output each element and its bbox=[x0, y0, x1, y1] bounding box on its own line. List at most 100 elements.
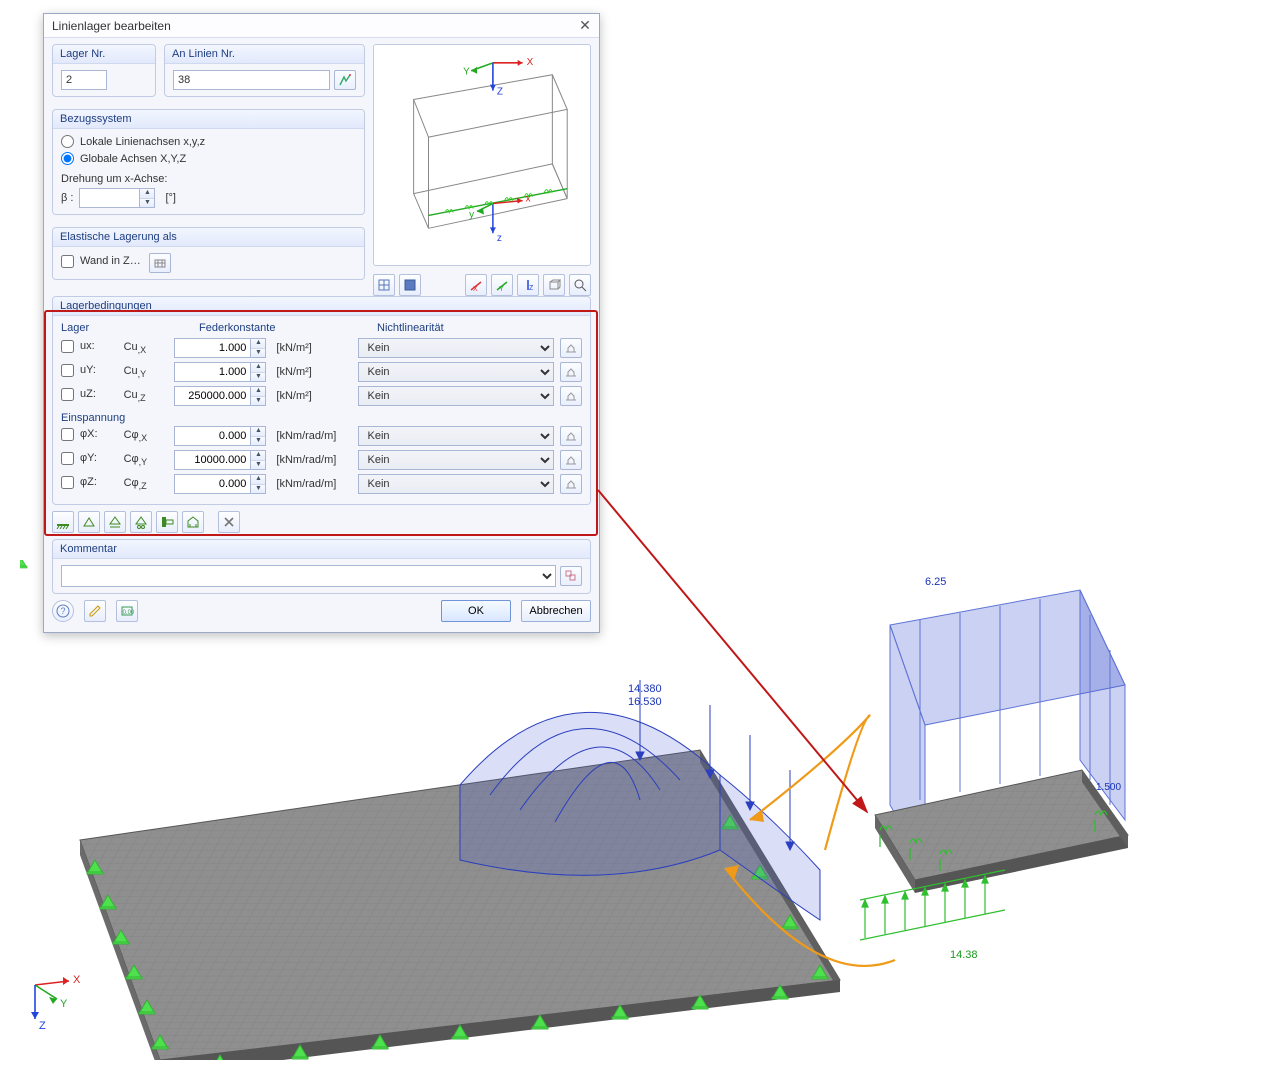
view-toggle-2-icon[interactable] bbox=[399, 274, 421, 296]
nonlin-edit-icon[interactable] bbox=[560, 474, 582, 494]
view-x-icon[interactable]: X bbox=[465, 274, 487, 296]
nonlin-edit-icon[interactable] bbox=[560, 450, 582, 470]
units-icon[interactable]: 0.00 bbox=[116, 600, 138, 622]
spring-value-t2[interactable]: ▲▼ bbox=[174, 386, 266, 406]
support-fixed-icon[interactable] bbox=[52, 511, 74, 533]
beta-stepper[interactable]: ▲▼ bbox=[79, 188, 155, 208]
chevron-down-icon[interactable]: ▼ bbox=[140, 199, 154, 208]
radio-global-axes[interactable]: Globale Achsen X,Y,Z bbox=[61, 152, 356, 165]
svg-text:z: z bbox=[497, 233, 502, 244]
svg-text:?: ? bbox=[61, 606, 66, 616]
support-check-t0[interactable]: ux: bbox=[61, 340, 118, 353]
nonlin-select-t2[interactable]: Kein bbox=[358, 386, 554, 406]
svg-text:Z: Z bbox=[497, 87, 503, 98]
spring-unit: [kN/m²] bbox=[276, 390, 352, 402]
chevron-up-icon[interactable]: ▲ bbox=[251, 451, 265, 461]
dialog-title: Linienlager bearbeiten bbox=[52, 19, 171, 33]
spring-value-r2[interactable]: ▲▼ bbox=[174, 474, 266, 494]
edit-icon[interactable] bbox=[84, 600, 106, 622]
view-iso-icon[interactable] bbox=[543, 274, 565, 296]
beta-input[interactable] bbox=[79, 188, 139, 208]
comment-title: Kommentar bbox=[53, 540, 590, 559]
support-row-t1: uY:Cu,Y▲▼[kN/m²]Kein bbox=[61, 362, 582, 382]
model-viewport: 14.380 16.530 6.25 1.500 bbox=[20, 560, 1250, 1060]
rotation-label: Drehung um x-Achse: bbox=[61, 173, 356, 185]
support-check-r0[interactable]: φX: bbox=[61, 428, 118, 441]
pick-lines-icon[interactable] bbox=[334, 70, 356, 90]
spring-value-r1[interactable]: ▲▼ bbox=[174, 450, 266, 470]
support-row-r2: φZ:Cφ,Z▲▼[kNm/rad/m]Kein bbox=[61, 474, 582, 494]
chevron-down-icon[interactable]: ▼ bbox=[251, 437, 265, 446]
col-head-spring: Federkonstante bbox=[199, 322, 291, 334]
support-check-r1[interactable]: φY: bbox=[61, 452, 118, 465]
reference-system-title: Bezugssystem bbox=[53, 110, 364, 129]
close-icon[interactable]: ✕ bbox=[575, 17, 595, 35]
svg-text:0.00: 0.00 bbox=[123, 610, 134, 616]
nonlin-select-r2[interactable]: Kein bbox=[358, 474, 554, 494]
svg-text:Y: Y bbox=[60, 998, 68, 1010]
spring-value-t0[interactable]: ▲▼ bbox=[174, 338, 266, 358]
nonlin-select-t1[interactable]: Kein bbox=[358, 362, 554, 382]
svg-text:Y: Y bbox=[499, 286, 504, 292]
comment-pick-icon[interactable] bbox=[560, 566, 582, 586]
svg-text:Z: Z bbox=[529, 285, 534, 292]
chevron-up-icon[interactable]: ▲ bbox=[251, 387, 265, 397]
support-roller-y-icon[interactable] bbox=[130, 511, 152, 533]
chevron-up-icon[interactable]: ▲ bbox=[251, 339, 265, 349]
radio-global-axes-label: Globale Achsen X,Y,Z bbox=[80, 153, 186, 165]
svg-text:14.380: 14.380 bbox=[628, 683, 662, 695]
chevron-up-icon[interactable]: ▲ bbox=[251, 475, 265, 485]
view-z-icon[interactable]: Z bbox=[517, 274, 539, 296]
spring-symbol: Cu,Y bbox=[124, 365, 169, 379]
spring-symbol: Cφ,Z bbox=[124, 477, 169, 491]
on-lines-input[interactable] bbox=[173, 70, 330, 90]
nonlin-select-r0[interactable]: Kein bbox=[358, 426, 554, 446]
radio-local-axes-label: Lokale Linienachsen x,y,z bbox=[80, 136, 205, 148]
col-head-support: Lager bbox=[61, 322, 101, 334]
help-icon[interactable]: ? bbox=[52, 600, 74, 622]
support-row-r1: φY:Cφ,Y▲▼[kNm/rad/m]Kein bbox=[61, 450, 582, 470]
chevron-up-icon[interactable]: ▲ bbox=[251, 427, 265, 437]
support-no-label: Lager Nr. bbox=[53, 45, 155, 64]
beta-unit: [°] bbox=[165, 192, 176, 204]
svg-text:Y: Y bbox=[463, 67, 470, 78]
chevron-up-icon[interactable]: ▲ bbox=[140, 189, 154, 199]
svg-text:X: X bbox=[473, 286, 478, 292]
wall-settings-icon[interactable] bbox=[149, 253, 171, 273]
wall-in-z-checkbox[interactable]: Wand in Z… bbox=[61, 255, 141, 268]
chevron-down-icon[interactable]: ▼ bbox=[251, 397, 265, 406]
spring-unit: [kNm/rad/m] bbox=[276, 430, 352, 442]
support-clamped-icon[interactable] bbox=[156, 511, 178, 533]
chevron-up-icon[interactable]: ▲ bbox=[251, 363, 265, 373]
svg-text:14.38: 14.38 bbox=[950, 949, 978, 961]
support-check-t2[interactable]: uZ: bbox=[61, 388, 118, 401]
support-check-t1[interactable]: uY: bbox=[61, 364, 118, 377]
nonlin-edit-icon[interactable] bbox=[560, 386, 582, 406]
support-wall-icon[interactable] bbox=[182, 511, 204, 533]
view-toggle-1-icon[interactable] bbox=[373, 274, 395, 296]
support-free-icon[interactable] bbox=[218, 511, 240, 533]
support-no-input[interactable] bbox=[61, 70, 107, 90]
spring-value-r0[interactable]: ▲▼ bbox=[174, 426, 266, 446]
support-check-r2[interactable]: φZ: bbox=[61, 476, 118, 489]
comment-input[interactable] bbox=[61, 565, 556, 587]
nonlin-select-r1[interactable]: Kein bbox=[358, 450, 554, 470]
ok-button[interactable]: OK bbox=[441, 600, 511, 622]
zoom-extents-icon[interactable] bbox=[569, 274, 591, 296]
nonlin-edit-icon[interactable] bbox=[560, 338, 582, 358]
support-roller-x-icon[interactable] bbox=[104, 511, 126, 533]
nonlin-select-t0[interactable]: Kein bbox=[358, 338, 554, 358]
chevron-down-icon[interactable]: ▼ bbox=[251, 373, 265, 382]
nonlin-edit-icon[interactable] bbox=[560, 362, 582, 382]
edit-line-support-dialog: Linienlager bearbeiten ✕ Lager Nr. An Li… bbox=[43, 13, 600, 633]
radio-local-axes[interactable]: Lokale Linienachsen x,y,z bbox=[61, 135, 356, 148]
chevron-down-icon[interactable]: ▼ bbox=[251, 349, 265, 358]
on-lines-label: An Linien Nr. bbox=[165, 45, 364, 64]
cancel-button[interactable]: Abbrechen bbox=[521, 600, 591, 622]
chevron-down-icon[interactable]: ▼ bbox=[251, 485, 265, 494]
support-hinged-icon[interactable] bbox=[78, 511, 100, 533]
spring-value-t1[interactable]: ▲▼ bbox=[174, 362, 266, 382]
nonlin-edit-icon[interactable] bbox=[560, 426, 582, 446]
chevron-down-icon[interactable]: ▼ bbox=[251, 461, 265, 470]
view-y-icon[interactable]: Y bbox=[491, 274, 513, 296]
